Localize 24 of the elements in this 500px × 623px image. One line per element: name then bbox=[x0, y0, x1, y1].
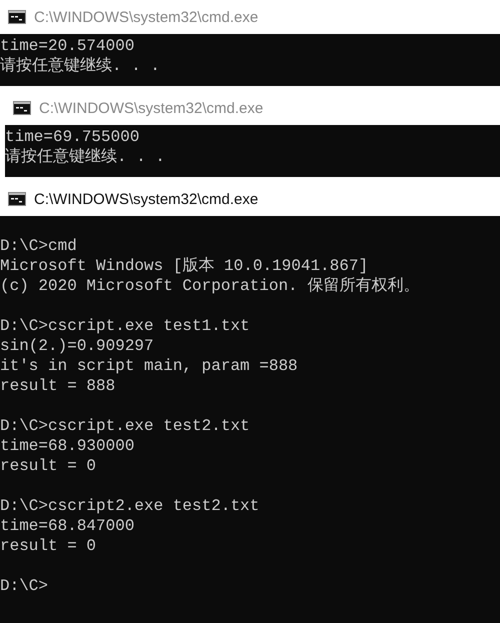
terminal-icon bbox=[8, 10, 26, 24]
window-title: C:\WINDOWS\system32\cmd.exe bbox=[34, 190, 258, 208]
console-line: time=68.847000 bbox=[0, 516, 136, 536]
console-line: D:\C>cmd bbox=[0, 236, 78, 256]
console-line: D:\C>cscript2.exe test2.txt bbox=[0, 496, 260, 516]
console-line: (c) 2020 Microsoft Corporation. 保留所有权利。 bbox=[0, 276, 420, 296]
console-line: result = 0 bbox=[0, 456, 98, 476]
console-line: time=69.755000 bbox=[5, 127, 140, 147]
window-title: C:\WINDOWS\system32\cmd.exe bbox=[39, 100, 264, 116]
console-line: time=20.574000 bbox=[0, 36, 136, 56]
console-line: D:\C>cscript.exe test1.txt bbox=[0, 316, 251, 336]
console-line: Microsoft Windows [版本 10.0.19041.867] bbox=[0, 256, 370, 276]
console-line: time=68.930000 bbox=[0, 436, 136, 456]
console-line: result = 888 bbox=[0, 376, 116, 396]
console-line: sin(2.)=0.909297 bbox=[0, 336, 155, 356]
terminal-icon bbox=[13, 101, 31, 115]
console-line: it's in script main, param =888 bbox=[0, 356, 299, 376]
console-line: D:\C> bbox=[0, 576, 50, 596]
console-line: D:\C>cscript.exe test2.txt bbox=[0, 416, 251, 436]
terminal-icon bbox=[8, 192, 26, 206]
window-title: C:\WINDOWS\system32\cmd.exe bbox=[34, 8, 258, 26]
console-line: result = 0 bbox=[0, 536, 98, 556]
console-line: 请按任意键继续. . . bbox=[0, 56, 162, 76]
console-line: 请按任意键继续. . . bbox=[5, 147, 166, 167]
